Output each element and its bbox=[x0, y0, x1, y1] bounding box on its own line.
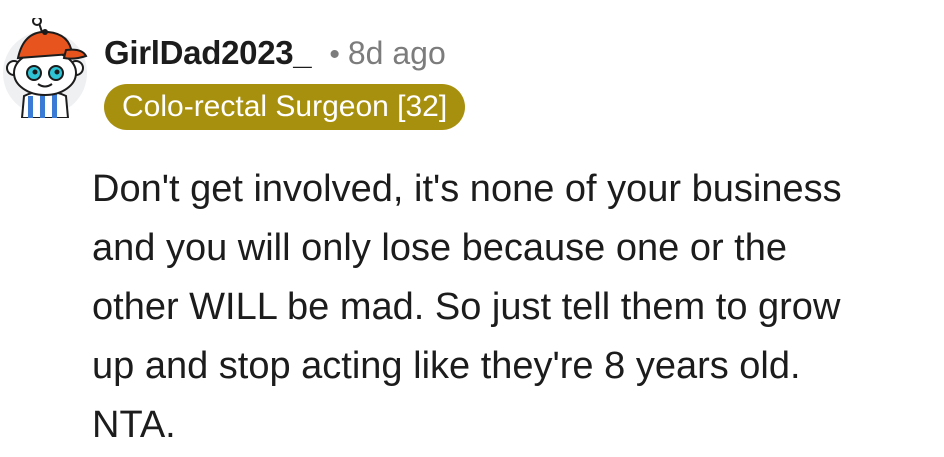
meta-separator: • bbox=[329, 38, 340, 71]
comment-body-line: and you will only lose because one or th… bbox=[92, 227, 788, 269]
user-flair-badge: Colo-rectal Surgeon [32] bbox=[104, 84, 466, 130]
comment: GirlDad2023_ • 8d ago Colo-rectal Surgeo… bbox=[0, 0, 944, 457]
comment-age[interactable]: 8d ago bbox=[348, 35, 446, 72]
comment-body-line: NTA. bbox=[92, 404, 176, 446]
snoo-avatar-icon bbox=[3, 16, 88, 119]
comment-body-line: up and stop acting like they're 8 years … bbox=[92, 345, 801, 387]
comment-body-line: other WILL be mad. So just tell them to … bbox=[92, 286, 841, 328]
comment-meta: GirlDad2023_ • 8d ago bbox=[104, 34, 446, 72]
comment-body: Don't get involved, it's none of your bu… bbox=[92, 160, 938, 455]
user-avatar[interactable] bbox=[0, 16, 90, 119]
username-link[interactable]: GirlDad2023_ bbox=[104, 34, 312, 72]
comment-body-line: Don't get involved, it's none of your bu… bbox=[92, 168, 842, 210]
